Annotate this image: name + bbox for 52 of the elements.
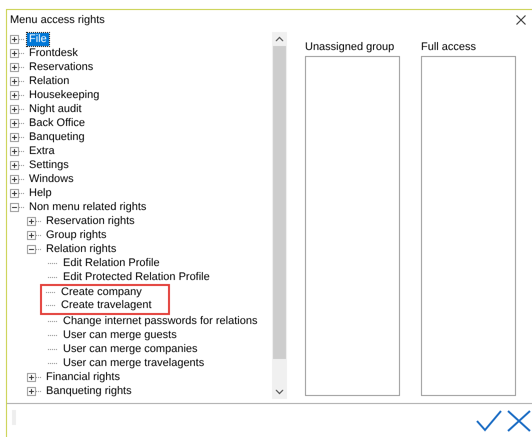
expand-icon[interactable] [10, 146, 19, 156]
tree-item[interactable]: Edit Protected Relation Profile [61, 270, 212, 284]
tree-item[interactable]: Reservations [27, 60, 96, 74]
tree-item[interactable]: Create travelagent [59, 299, 154, 312]
expand-icon[interactable] [10, 174, 19, 184]
tree-item[interactable]: Night audit [27, 102, 84, 116]
list-box[interactable] [305, 56, 400, 396]
tree-item[interactable]: Housekeeping [27, 88, 102, 102]
tree-item[interactable]: Banqueting [27, 130, 87, 144]
expand-icon[interactable] [10, 160, 19, 170]
tree-item[interactable]: User can merge companies [61, 343, 200, 356]
expand-icon[interactable] [10, 132, 19, 142]
list-label: Unassigned group [305, 41, 396, 54]
expand-icon[interactable] [27, 373, 36, 382]
expand-icon[interactable] [10, 76, 19, 86]
tree-item[interactable]: Help [27, 186, 54, 200]
tree-item[interactable]: File [27, 32, 49, 46]
tree-item[interactable]: Change internet passwords for relations [61, 315, 260, 328]
expand-icon[interactable] [27, 230, 36, 240]
ok-button[interactable] [475, 410, 504, 432]
list-box[interactable] [421, 56, 516, 396]
tree-item[interactable]: Create company [59, 286, 144, 300]
tree-item[interactable]: Group rights [44, 228, 109, 242]
expand-icon[interactable] [10, 104, 19, 114]
tree-item[interactable]: Settings [27, 158, 71, 172]
expand-icon[interactable] [10, 90, 19, 100]
tree-item[interactable]: Frontdesk [27, 46, 80, 60]
collapse-icon[interactable] [27, 244, 36, 254]
expand-icon[interactable] [27, 387, 36, 396]
scrollbar[interactable] [272, 32, 287, 399]
expand-icon[interactable] [10, 48, 19, 58]
tree-item[interactable]: Extra [27, 144, 57, 158]
expand-icon[interactable] [10, 34, 19, 44]
window-title: Menu access rights [10, 13, 105, 28]
tree-item[interactable]: Back Office [27, 116, 88, 130]
expand-icon[interactable] [27, 216, 36, 226]
tree-item[interactable]: Financial rights [44, 371, 122, 384]
tree-item[interactable]: Non menu related rights [27, 200, 148, 214]
tree-item[interactable]: User can merge travelagents [61, 357, 206, 370]
collapse-icon[interactable] [10, 202, 19, 212]
cancel-button[interactable] [506, 410, 532, 432]
tree-item[interactable]: Edit Relation Profile [61, 256, 162, 270]
tree-item[interactable]: Windows [27, 172, 76, 186]
expand-icon[interactable] [10, 62, 19, 72]
tree-item[interactable]: Relation [27, 74, 72, 88]
tree-item[interactable]: Relation rights [44, 242, 118, 256]
tree-item[interactable]: User can merge guests [61, 329, 179, 342]
tree-item[interactable]: Reservation rights [44, 214, 137, 228]
list-label: Full access [421, 41, 478, 54]
tree-item[interactable]: Banqueting rights [44, 385, 134, 398]
expand-icon[interactable] [10, 118, 19, 128]
expand-icon[interactable] [10, 188, 19, 198]
